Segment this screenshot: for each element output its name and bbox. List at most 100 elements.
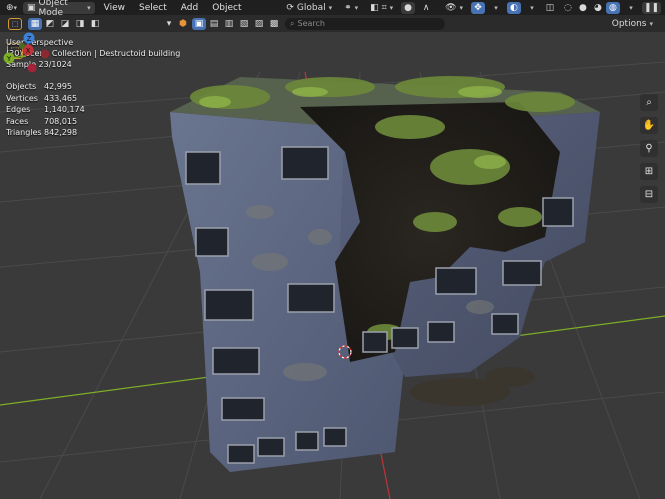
stat-row: Triangles 842,298 [6,127,85,139]
material-shading-button[interactable]: ◕ [591,2,605,14]
filter-icon: ▾ [166,18,172,29]
filter-empty-button[interactable]: ▨ [252,18,266,30]
menu-view[interactable]: View [99,3,130,13]
select-extend-button[interactable]: ◩ [43,18,57,30]
light-icon: ▥ [224,18,234,29]
stat-label: Triangles [6,128,42,137]
menu-add[interactable]: Add [176,3,203,13]
curve-icon: ▤ [209,18,219,29]
xray-icon: ◫ [545,2,555,13]
camera-view-button[interactable]: ⚲ [640,140,658,157]
falloff-dropdown[interactable]: ∧ [419,2,433,14]
stat-label: Faces [6,116,29,126]
editor-type-button[interactable]: ⊕ ▾ [4,2,19,14]
filter-curve-button[interactable]: ▤ [207,18,221,30]
gizmo-dropdown[interactable]: ▾ [489,2,503,14]
filter-other-button[interactable]: ▩ [267,18,281,30]
pause-render-button[interactable]: ❚❚ [641,1,661,14]
other-icon: ▩ [269,18,279,29]
gizmo-y-label: Y [6,55,12,63]
object-mode-icon: ▣ [27,2,36,13]
filter-dropdown[interactable]: ▾ [162,18,176,30]
camera-icon: ⚲ [645,143,653,154]
gizmo-neg-x-handle [40,49,50,59]
overlay-toggle[interactable]: ◐ [506,1,521,14]
snap-target-icon: ⌗ [381,2,387,13]
stat-value: 42,995 [44,82,72,91]
navigation-gizmo[interactable]: Z Y X [0,32,52,76]
visibility-dropdown[interactable]: 👁 ▾ [441,2,467,14]
orientation-icon: ⟳ [286,2,294,13]
select-invert-button[interactable]: ◨ [73,18,87,30]
select-extend-icon: ◩ [45,18,55,29]
menu-select[interactable]: Select [134,3,172,13]
rendered-shading-icon: ◍ [609,2,617,13]
color-cube-icon: ⬢ [179,18,187,29]
stat-value: 708,015 [44,116,78,126]
options-label: Options [611,18,647,29]
zoom-button[interactable]: ⌕ [640,94,658,111]
overlay-dropdown[interactable]: ▾ [525,2,539,14]
stat-row: Edges 1,140,174 [6,104,85,116]
orientation-label: Global [296,2,326,13]
overlay-icon: ◐ [510,2,518,13]
orientation-dropdown[interactable]: ⟳ Global ▾ [282,2,336,14]
tool-settings-header: ⬚ ▦ ◩ ◪ ◨ ◧ ▾ ⬢ ▣ ▤ ▥ ▧ ▨ ▩ ⌕ Search Opt… [0,15,665,32]
empty-icon: ▨ [254,18,264,29]
rendered-shading-button[interactable]: ◍ [605,1,620,14]
tool-icon-button[interactable]: ⬚ [8,17,22,30]
shading-buttons: ◌ ● ◕ ◍ [561,1,620,14]
zoom-icon: ⌕ [646,97,652,108]
stat-value: 433,465 [44,93,78,103]
chevron-down-icon: ▾ [87,3,91,12]
pivot-dropdown[interactable]: ⚭ ▾ [340,2,362,14]
gizmo-toggle[interactable]: ✥ [470,1,485,14]
wireframe-shading-button[interactable]: ◌ [561,2,575,14]
mode-dropdown[interactable]: ▣ Object Mode ▾ [23,0,95,18]
stat-label: Edges [6,105,31,114]
type-filter-buttons: ▣ ▤ ▥ ▧ ▨ ▩ [192,17,281,30]
options-dropdown[interactable]: Options ▾ [608,18,657,30]
falloff-icon: ∧ [422,2,430,13]
select-intersect-button[interactable]: ◧ [88,18,102,30]
solid-shading-button[interactable]: ● [576,2,590,14]
search-icon: ⌕ [290,18,295,28]
ortho-toggle-button[interactable]: ⊞ [640,163,658,180]
gizmo-neg-z-handle [27,63,37,73]
select-new-icon: ▦ [30,18,40,29]
toggle-view-icon: ⊟ [644,189,654,200]
stat-label: Vertices [6,93,38,103]
stat-row: Vertices 433,465 [6,93,85,105]
select-mode-buttons: ▦ ◩ ◪ ◨ ◧ [28,17,102,30]
select-subtract-button[interactable]: ◪ [58,18,72,30]
stat-row: Faces 708,015 [6,116,85,128]
scene-statistics: Objects 42,995 Vertices 433,465 Edges 1,… [6,81,85,139]
xray-toggle[interactable]: ◫ [543,2,557,14]
select-invert-icon: ◨ [75,18,85,29]
search-input[interactable]: ⌕ Search [285,17,445,30]
gizmo-x-label: X [26,47,31,55]
object-color-icon-button[interactable]: ⬢ [176,18,190,30]
filter-mesh-button[interactable]: ▣ [192,17,206,30]
filter-light-button[interactable]: ▥ [222,18,236,30]
viewport-header: ⊕ ▾ ▣ Object Mode ▾ View Select Add Objec… [0,0,665,18]
select-subtract-icon: ◪ [60,18,70,29]
select-intersect-icon: ◧ [90,18,100,29]
toggle-view-button[interactable]: ⊟ [640,186,658,203]
gizmo-z-label: Z [27,35,32,43]
snap-icon: ◧ [370,2,379,13]
material-shading-icon: ◕ [594,2,602,13]
pan-button[interactable]: ✋ [640,117,658,134]
filter-camera-button[interactable]: ▧ [237,18,251,30]
snap-toggle[interactable]: ◧ ⌗ ▾ [366,2,397,14]
shading-dropdown[interactable]: ▾ [624,2,638,14]
proportional-edit-button[interactable]: ● [401,1,416,14]
stat-row: Objects 42,995 [6,81,85,93]
menu-object[interactable]: Object [207,3,246,13]
building-model [170,76,600,472]
pivot-icon: ⚭ [344,2,352,13]
select-new-button[interactable]: ▦ [28,17,42,30]
stat-value: 842,298 [44,128,78,137]
3d-viewport[interactable]: ⬚ User Perspective (20) Scene Collection… [0,32,665,499]
select-box-icon: ⬚ [11,19,19,28]
